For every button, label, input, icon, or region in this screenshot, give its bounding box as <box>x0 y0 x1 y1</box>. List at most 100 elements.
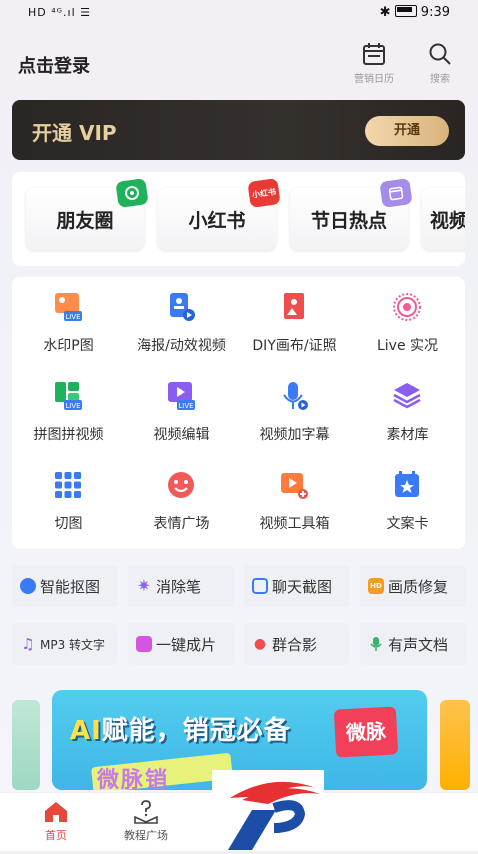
topic-label: 小红书 <box>188 210 246 232</box>
tool-label: 视频工具箱 <box>259 516 330 532</box>
tool-label: DIY画布/证照 <box>252 338 337 354</box>
tool-label: 水印P图 <box>43 338 94 354</box>
banner-strip-text: 微脉销 <box>97 768 170 790</box>
holiday-badge-icon <box>379 178 413 208</box>
grid-icon <box>50 469 86 501</box>
chip-label: 消除笔 <box>156 578 202 596</box>
video-clip-icon <box>136 636 152 652</box>
hd-icon: HD <box>368 578 384 594</box>
video-edit-icon: LIVE <box>163 380 199 412</box>
topic-xiaohongshu[interactable]: 小红书 小红书 <box>158 178 281 250</box>
chip-smart-cutout[interactable]: 智能抠图 <box>12 565 118 607</box>
topic-label: 视频 <box>430 210 465 232</box>
banner-headline: AI赋能，销冠必备 <box>70 710 291 747</box>
tools-grid: LIVE 水印P图 海报/动效视频 DIY画布/证照 Live 实况 LIVE … <box>12 277 465 549</box>
tool-stickers[interactable]: 表情广场 <box>125 455 238 541</box>
chip-audio-doc[interactable]: 有声文档 <box>360 623 466 665</box>
network-indicators: HD ⁴ᴳ.ıl ☰ <box>28 6 91 19</box>
tool-slice[interactable]: 切图 <box>12 455 125 541</box>
status-bar: HD ⁴ᴳ.ıl ☰ ✱ 9:39 <box>0 0 478 28</box>
tool-materials[interactable]: 素材库 <box>351 366 464 452</box>
home-icon <box>16 799 96 825</box>
tool-poster-video[interactable]: 海报/动效视频 <box>125 277 238 363</box>
banner-brand-tag: 微脉 <box>333 706 399 758</box>
chip-quality-repair[interactable]: HD 画质修复 <box>360 565 466 607</box>
vip-banner[interactable]: 开通 VIP 开通 <box>12 100 465 160</box>
nav-tutorials[interactable]: 教程广场 <box>106 799 186 843</box>
topic-moments[interactable]: 朋友圈 <box>26 178 149 250</box>
tool-label: 素材库 <box>386 427 429 443</box>
tutorial-icon <box>106 799 186 825</box>
tool-video-toolbox[interactable]: 视频工具箱 <box>238 455 351 541</box>
tool-diy-canvas[interactable]: DIY画布/证照 <box>238 277 351 363</box>
tool-video-edit[interactable]: LIVE 视频编辑 <box>125 366 238 452</box>
banner-prev-peek[interactable] <box>12 700 40 790</box>
topic-row: 朋友圈 小红书 小红书 节日热点 视频 <box>12 172 465 266</box>
chip-label: 群合影 <box>272 636 318 654</box>
people-icon: ● <box>253 636 267 652</box>
collage-live-icon: LIVE <box>50 380 86 412</box>
calendar-label: 营销日历 <box>354 74 394 85</box>
microphone-icon <box>368 636 384 652</box>
bluetooth-icon: ✱ <box>379 5 391 20</box>
cutout-icon <box>20 578 36 594</box>
chip-label: 智能抠图 <box>40 578 101 596</box>
tool-label: 拼图拼视频 <box>33 427 104 443</box>
tool-collage[interactable]: LIVE 拼图拼视频 <box>12 366 125 452</box>
star-card-icon <box>389 469 425 501</box>
chip-chat-screenshot[interactable]: 聊天截图 <box>244 565 350 607</box>
tool-label: 海报/动效视频 <box>137 338 226 354</box>
tool-label: 表情广场 <box>153 516 210 532</box>
tool-label: Live 实况 <box>376 338 439 354</box>
vip-title: 开通 VIP <box>32 121 117 145</box>
nav-label: 首页 <box>45 829 67 842</box>
svg-text:LIVE: LIVE <box>178 402 193 410</box>
marketing-calendar-button[interactable]: 营销日历 <box>346 40 402 85</box>
sparkle-icon: ✷ <box>137 576 151 595</box>
topic-holidays[interactable]: 节日热点 <box>290 178 413 250</box>
login-link[interactable]: 点击登录 <box>18 52 90 78</box>
layers-icon <box>389 380 425 412</box>
poster-video-icon <box>163 291 199 323</box>
watermark-logo <box>212 770 324 850</box>
watermark-live-icon: LIVE <box>50 291 86 323</box>
live-rings-icon <box>389 291 425 323</box>
tool-subtitles[interactable]: 视频加字幕 <box>238 366 351 452</box>
xiaohongshu-badge-icon: 小红书 <box>247 178 281 208</box>
header: 点击登录 营销日历 搜索 <box>0 28 478 98</box>
nav-label: 教程广场 <box>124 829 168 842</box>
moments-badge-icon <box>115 178 149 208</box>
search-label: 搜索 <box>430 74 450 85</box>
video-toolbox-icon <box>276 469 312 501</box>
chip-label: 聊天截图 <box>272 578 333 596</box>
tool-label: 文案卡 <box>386 516 429 532</box>
svg-text:LIVE: LIVE <box>65 402 80 410</box>
search-icon <box>412 40 468 68</box>
chip-eraser[interactable]: ✷ 消除笔 <box>128 565 234 607</box>
banner-ai-text: AI <box>70 716 102 746</box>
canvas-icon <box>276 291 312 323</box>
banner-next-peek[interactable] <box>440 700 470 790</box>
tool-watermark[interactable]: LIVE 水印P图 <box>12 277 125 363</box>
smiley-icon <box>163 469 199 501</box>
battery-icon <box>394 5 417 17</box>
search-button[interactable]: 搜索 <box>412 40 468 85</box>
tool-live[interactable]: Live 实况 <box>351 277 464 363</box>
tool-label: 视频编辑 <box>153 427 210 443</box>
vip-open-button[interactable]: 开通 <box>365 116 449 146</box>
topic-label: 节日热点 <box>310 210 387 232</box>
chip-label: 有声文档 <box>388 636 449 654</box>
topic-video[interactable]: 视频 <box>422 188 465 250</box>
chip-one-click-video[interactable]: 一键成片 <box>128 623 234 665</box>
microphone-icon <box>276 380 312 412</box>
chip-label: 一键成片 <box>156 636 217 654</box>
tool-copy-card[interactable]: 文案卡 <box>351 455 464 541</box>
chip-mp3-to-text[interactable]: ♫ MP3 转文字 <box>12 623 118 665</box>
chip-group-photo[interactable]: ● 群合影 <box>244 623 350 665</box>
chip-label: MP3 转文字 <box>40 638 106 652</box>
music-note-icon: ♫ <box>21 635 35 653</box>
nav-home[interactable]: 首页 <box>16 799 96 843</box>
topic-label: 朋友圈 <box>56 210 114 232</box>
chip-label: 画质修复 <box>388 578 449 596</box>
calendar-icon <box>346 40 402 68</box>
